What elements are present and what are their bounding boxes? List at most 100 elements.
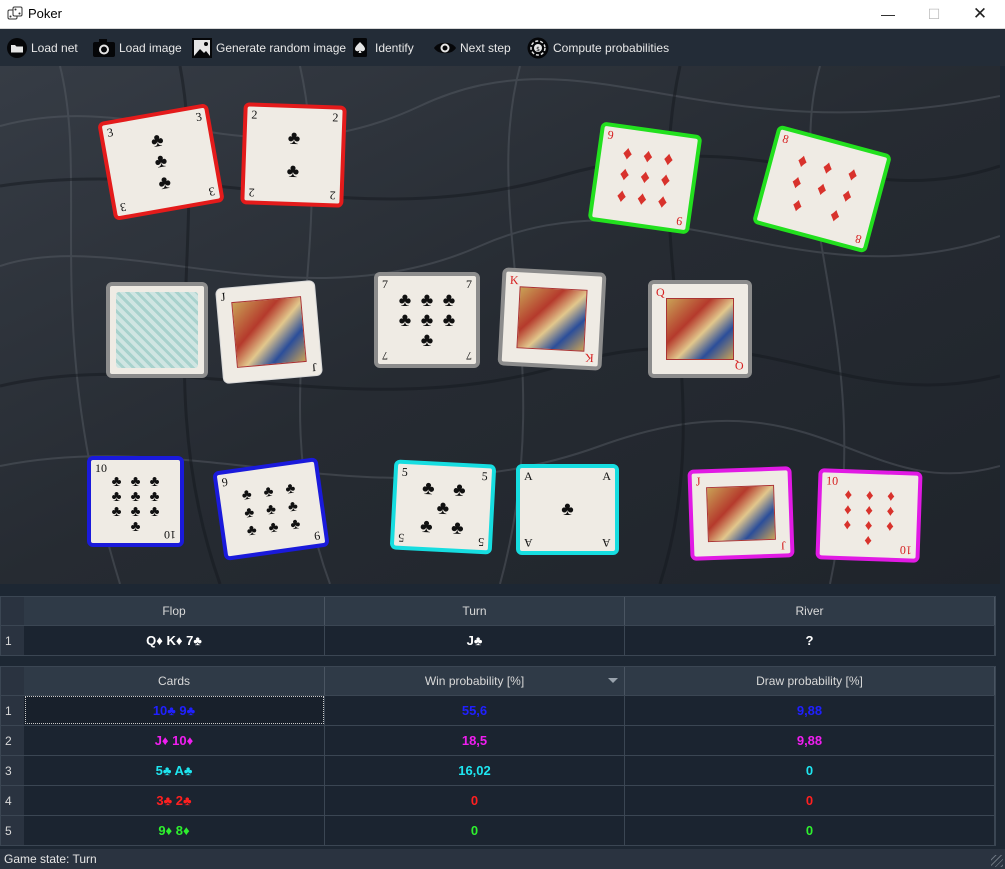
card-2-clubs: 2 2 2 2 ♣ ♣ [240, 102, 347, 208]
dice-icon [7, 6, 23, 20]
card-7-clubs: 7 7 7 7 ♣ ♣ ♣ ♣ ♣ ♣ ♣ [374, 272, 480, 368]
card-rank: J [695, 474, 701, 489]
draw-probability-cell[interactable]: 0 [625, 815, 995, 845]
card-rank: 7 [382, 349, 388, 363]
player-cards-cell[interactable]: 5♣ A♣ [24, 755, 325, 785]
player-cards-cell[interactable]: 3♣ 2♣ [24, 785, 325, 815]
card-rank: 7 [466, 277, 472, 291]
player-cards-cell[interactable]: 10♣ 9♣ [24, 695, 325, 725]
card-5-clubs: 5 5 5 5 ♣ ♣ ♣ ♣ ♣ [389, 459, 497, 555]
title-bar: Poker — ☐ ✕ [0, 0, 1005, 29]
win-probability-cell[interactable]: 55,6 [325, 695, 625, 725]
card-rank: A [524, 536, 533, 550]
toolbar: Load net Load image Generate random imag… [0, 29, 1005, 66]
card-rank: 5 [477, 534, 485, 550]
card-rank: 2 [248, 185, 255, 200]
next-step-button[interactable]: Next step [433, 36, 511, 60]
table-corner[interactable] [1, 667, 24, 695]
pip: ♦ [885, 517, 895, 535]
pip: ♦ [659, 169, 672, 192]
load-image-button[interactable]: Load image [92, 36, 182, 60]
turn-cell[interactable]: J♣ [325, 625, 625, 655]
pip: ♣ [111, 488, 122, 505]
minimize-button[interactable]: — [865, 0, 911, 28]
svg-text:$: $ [536, 46, 540, 53]
pip: ♣ [286, 496, 299, 516]
column-header-river[interactable]: River [625, 597, 995, 625]
win-probability-cell[interactable]: 16,02 [325, 755, 625, 785]
card-face-down [106, 282, 208, 378]
row-header[interactable]: 2 [1, 725, 24, 755]
table-corner[interactable] [1, 597, 24, 625]
card-rank: 9 [313, 528, 322, 544]
flop-cell[interactable]: Q♦ K♦ 7♣ [24, 625, 325, 655]
pip: ♣ [264, 499, 278, 519]
identify-button[interactable]: Identify [350, 36, 414, 60]
maximize-button[interactable]: ☐ [911, 0, 957, 28]
pip: ♣ [442, 289, 456, 311]
generate-random-image-button[interactable]: Generate random image [191, 36, 346, 60]
card-jack-clubs: J J [215, 279, 323, 385]
card-rank: 5 [397, 530, 405, 546]
pip: ♣ [267, 517, 280, 536]
close-button[interactable]: ✕ [957, 0, 1003, 28]
win-probability-cell[interactable]: 0 [325, 785, 625, 815]
pip: ♦ [635, 188, 649, 211]
column-header-cards[interactable]: Cards [24, 667, 325, 695]
row-header[interactable]: 3 [1, 755, 24, 785]
card-pips: ♣ ♣ ♣ ♣ ♣ ♣ ♣ ♣ ♣ ♣ [107, 473, 164, 534]
draw-probability-cell[interactable]: 9,88 [625, 695, 995, 725]
load-net-button[interactable]: Load net [6, 36, 78, 60]
card-face-art [706, 484, 776, 543]
pip: ♦ [618, 164, 631, 187]
card-pips: ♣ ♣ ♣ ♣ ♣ [411, 478, 476, 539]
pip: ♦ [843, 501, 852, 519]
river-cell[interactable]: ? [625, 625, 995, 655]
card-rank: K [584, 350, 595, 366]
draw-probability-cell[interactable]: 9,88 [625, 725, 995, 755]
card-rank: 8 [853, 231, 863, 247]
card-3-clubs: 3 3 3 3 ♣ ♣ ♣ [97, 103, 225, 221]
draw-probability-cell[interactable]: 0 [625, 785, 995, 815]
pip: ♦ [865, 501, 874, 520]
pip: ♣ [286, 160, 300, 183]
pip: ♣ [130, 503, 141, 520]
compute-probabilities-label: Compute probabilities [553, 41, 670, 55]
player-cards-cell[interactable]: 9♦ 8♦ [24, 815, 325, 845]
card-rank: 2 [329, 188, 336, 203]
pip: ♦ [863, 531, 873, 550]
pip: ♦ [641, 145, 655, 168]
row-header[interactable]: 1 [1, 695, 24, 725]
card-pips: ♣ [536, 482, 599, 537]
column-header-win-probability[interactable]: Win probability [%] [325, 667, 625, 695]
card-pips: ♣ ♣ [261, 121, 326, 189]
card-rank: 3 [119, 199, 128, 215]
draw-probability-cell[interactable]: 0 [625, 755, 995, 785]
row-header[interactable]: 5 [1, 815, 24, 845]
pip: ♦ [656, 190, 669, 214]
pip: ♦ [844, 486, 853, 504]
resize-grip-icon[interactable] [991, 855, 1003, 867]
identify-label: Identify [375, 41, 414, 55]
card-king-diamonds: K K [497, 267, 607, 371]
column-header-flop[interactable]: Flop [24, 597, 325, 625]
card-rank: 7 [382, 277, 388, 291]
pip: ♣ [420, 329, 434, 351]
folder-icon [7, 38, 27, 58]
row-header[interactable]: 4 [1, 785, 24, 815]
image-icon [192, 38, 212, 58]
pip: ♣ [130, 518, 141, 535]
player-cards-cell[interactable]: J♦ 10♦ [24, 725, 325, 755]
card-face-art [666, 298, 734, 360]
pip: ♦ [827, 203, 843, 227]
row-header[interactable]: 1 [1, 625, 24, 655]
pip: ♣ [149, 488, 160, 505]
pip: ♣ [149, 473, 160, 490]
win-probability-cell[interactable]: 18,5 [325, 725, 625, 755]
card-rank: 10 [95, 461, 107, 475]
column-header-draw-probability[interactable]: Draw probability [%] [625, 667, 995, 695]
column-header-turn[interactable]: Turn [325, 597, 625, 625]
card-rank: J [311, 359, 318, 375]
compute-probabilities-button[interactable]: $ Compute probabilities [526, 36, 669, 60]
win-probability-cell[interactable]: 0 [325, 815, 625, 845]
